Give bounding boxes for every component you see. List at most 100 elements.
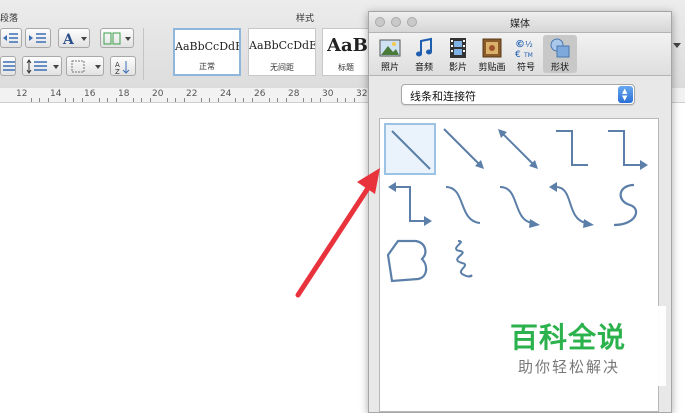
- decrease-indent-button[interactable]: [0, 28, 22, 48]
- ruler-number: 22: [186, 89, 198, 99]
- shape-elbow-connector[interactable]: [546, 123, 598, 175]
- paragraph-group-label: 段落: [0, 14, 19, 24]
- shape-scribble[interactable]: [438, 235, 490, 287]
- shapes-icon: [550, 38, 570, 58]
- ruler-tick: [353, 98, 355, 102]
- tab-audio[interactable]: 音频: [407, 35, 441, 73]
- shape-freeform[interactable]: [384, 235, 436, 287]
- chevron-down-icon: [673, 43, 681, 48]
- ruler-number: 32: [356, 89, 368, 99]
- ruler-tick: [183, 98, 185, 102]
- ruler-tick: [268, 98, 270, 102]
- document-canvas[interactable]: [0, 103, 370, 411]
- align-icon: [3, 61, 15, 71]
- photo-icon: [379, 39, 401, 57]
- styles-group-label: 样式: [296, 14, 315, 24]
- shape-category-select[interactable]: 线条和连接符 ▲ ▼: [401, 84, 635, 105]
- svg-text:TM: TM: [523, 52, 533, 59]
- columns-icon: [103, 32, 131, 45]
- shape-arrow[interactable]: [438, 123, 490, 175]
- tab-label: 音频: [414, 63, 433, 73]
- shape-curved-arrow[interactable]: [492, 179, 544, 231]
- ruler-tick: [285, 98, 287, 102]
- increase-indent-button[interactable]: [25, 28, 51, 48]
- shape-curve[interactable]: [600, 179, 652, 231]
- ruler-tick: [73, 98, 74, 102]
- music-note-icon: [416, 37, 432, 57]
- ruler-tick: [311, 98, 312, 102]
- ruler-tick: [64, 98, 66, 102]
- style-name: 正常: [199, 62, 215, 71]
- film-icon: [450, 38, 466, 58]
- ruler-tick: [149, 98, 151, 102]
- columns-button[interactable]: [100, 28, 134, 48]
- ruler-tick: [132, 98, 134, 102]
- ruler-tick: [336, 98, 338, 102]
- style-name: 标题: [338, 63, 354, 72]
- shape-elbow-double-arrow[interactable]: [384, 179, 436, 231]
- ruler-tick: [234, 98, 236, 102]
- ribbon-scroll-arrow[interactable]: [670, 30, 685, 60]
- ruler-tick: [345, 98, 346, 102]
- scribble-icon: [455, 240, 473, 278]
- ruler-number: 12: [16, 89, 28, 99]
- line-spacing-button[interactable]: [22, 56, 62, 76]
- ruler-number: 14: [50, 89, 62, 99]
- curved-connector-icon: [445, 186, 481, 224]
- panel-titlebar[interactable]: 媒体: [369, 12, 671, 33]
- curve-icon: [613, 183, 638, 227]
- svg-text:½: ½: [525, 40, 533, 49]
- shape-double-arrow[interactable]: [492, 123, 544, 175]
- curved-double-arrow-connector-icon: [549, 182, 594, 228]
- align-button[interactable]: [0, 56, 16, 76]
- text-effects-button[interactable]: A: [58, 28, 90, 48]
- sort-button[interactable]: AZ: [110, 56, 136, 76]
- ruler-tick: [175, 98, 176, 102]
- ruler-tick: [30, 98, 32, 102]
- sort-az-icon: AZ: [115, 61, 130, 75]
- shape-category-value: 线条和连接符: [410, 90, 476, 103]
- ruler-tick: [39, 98, 40, 102]
- elbow-connector-icon: [556, 130, 588, 166]
- ruler-number: 20: [152, 89, 164, 99]
- style-sample: AaBbCcDdE: [175, 40, 239, 53]
- ruler-tick: [166, 98, 168, 102]
- arrow-shape-icon: [443, 128, 484, 169]
- ruler-tick: [302, 98, 304, 102]
- borders-icon: [71, 60, 101, 73]
- shape-curved-double-arrow[interactable]: [546, 179, 598, 231]
- ruler-tick: [141, 98, 142, 102]
- watermark-title: 百科全说: [510, 321, 627, 354]
- style-sample: AaB: [327, 35, 368, 56]
- ruler-tick: [209, 98, 210, 102]
- tab-symbols[interactable]: © ½ € TM 符号: [509, 35, 543, 73]
- clipart-icon: [482, 38, 502, 58]
- ruler-tick: [319, 98, 321, 102]
- tab-label: 形状: [550, 63, 569, 73]
- tab-clipart[interactable]: 剪贴画: [475, 35, 509, 73]
- shape-curved-connector[interactable]: [438, 179, 490, 231]
- ruler-tick: [115, 98, 117, 102]
- style-normal[interactable]: AaBbCcDdE 正常: [173, 28, 241, 76]
- tab-shapes[interactable]: 形状: [543, 35, 577, 73]
- elbow-double-arrow-connector-icon: [388, 182, 432, 226]
- ruler-tick: [243, 98, 244, 102]
- ruler-tick: [98, 98, 100, 102]
- tab-movies[interactable]: 影片: [441, 35, 475, 73]
- borders-button[interactable]: [66, 56, 104, 76]
- ruler-tick: [277, 98, 278, 102]
- shape-line[interactable]: [384, 123, 436, 175]
- ruler-tick: [251, 98, 253, 102]
- increase-indent-icon: [29, 33, 46, 43]
- ruler-number: 16: [84, 89, 96, 99]
- shape-elbow-arrow[interactable]: [600, 123, 652, 175]
- watermark: 百科全说 助你轻松解决: [494, 306, 666, 386]
- style-heading[interactable]: AaB 标题: [322, 28, 370, 76]
- freeform-icon: [386, 239, 428, 283]
- media-tabs: 照片 音频 影片 剪贴画 © ½ € TM 符号 形状: [369, 33, 671, 76]
- svg-text:€: €: [515, 50, 521, 59]
- ruler-number: 18: [118, 89, 130, 99]
- tab-photos[interactable]: 照片: [373, 35, 407, 73]
- style-no-spacing[interactable]: AaBbCcDdE 无间距: [248, 28, 316, 76]
- text-a-icon: A: [62, 32, 87, 47]
